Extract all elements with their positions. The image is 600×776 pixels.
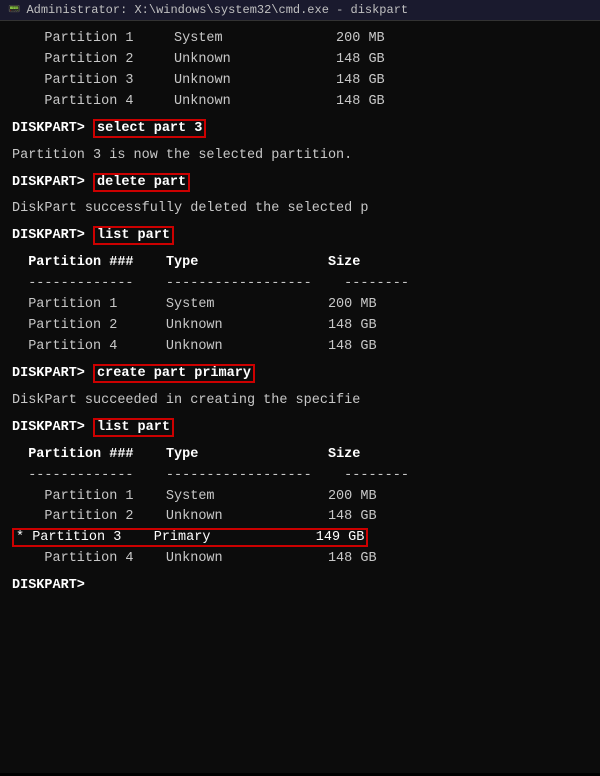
table2-header: Partition ### Type Size <box>12 445 588 466</box>
cmd-delete: DISKPART> delete part <box>12 173 588 194</box>
table2-row3-highlighted: * Partition 3 Primary 149 GB <box>12 528 588 549</box>
table2-row2: Partition 2 Unknown 148 GB <box>12 507 588 528</box>
line-part2: Partition 2 Unknown 148 GB <box>12 50 588 71</box>
table1-row2: Partition 2 Unknown 148 GB <box>12 316 588 337</box>
table1-row1: Partition 1 System 200 MB <box>12 295 588 316</box>
final-prompt: DISKPART> <box>12 576 588 597</box>
cmd-list1: DISKPART> list part <box>12 226 588 247</box>
msg-delete: DiskPart successfully deleted the select… <box>12 199 588 220</box>
msg-create: DiskPart succeeded in creating the speci… <box>12 391 588 412</box>
table1-header: Partition ### Type Size <box>12 253 588 274</box>
cmd-create: DISKPART> create part primary <box>12 364 588 385</box>
cmd-select: DISKPART> select part 3 <box>12 119 588 140</box>
table1-sep: ------------- ------------------ -------… <box>12 274 588 295</box>
title-bar-icon: 📟 <box>8 4 20 16</box>
cmd-list2: DISKPART> list part <box>12 418 588 439</box>
table2-row1: Partition 1 System 200 MB <box>12 487 588 508</box>
line-part4: Partition 4 Unknown 148 GB <box>12 92 588 113</box>
table2-sep: ------------- ------------------ -------… <box>12 466 588 487</box>
table2-row4: Partition 4 Unknown 148 GB <box>12 549 588 570</box>
msg-select: Partition 3 is now the selected partitio… <box>12 146 588 167</box>
line-part1: Partition 1 System 200 MB <box>12 29 588 50</box>
terminal: Partition 1 System 200 MB Partition 2 Un… <box>0 21 600 773</box>
title-bar: 📟 Administrator: X:\windows\system32\cmd… <box>0 0 600 21</box>
line-part3: Partition 3 Unknown 148 GB <box>12 71 588 92</box>
title-bar-text: Administrator: X:\windows\system32\cmd.e… <box>26 3 408 17</box>
table1-row3: Partition 4 Unknown 148 GB <box>12 337 588 358</box>
